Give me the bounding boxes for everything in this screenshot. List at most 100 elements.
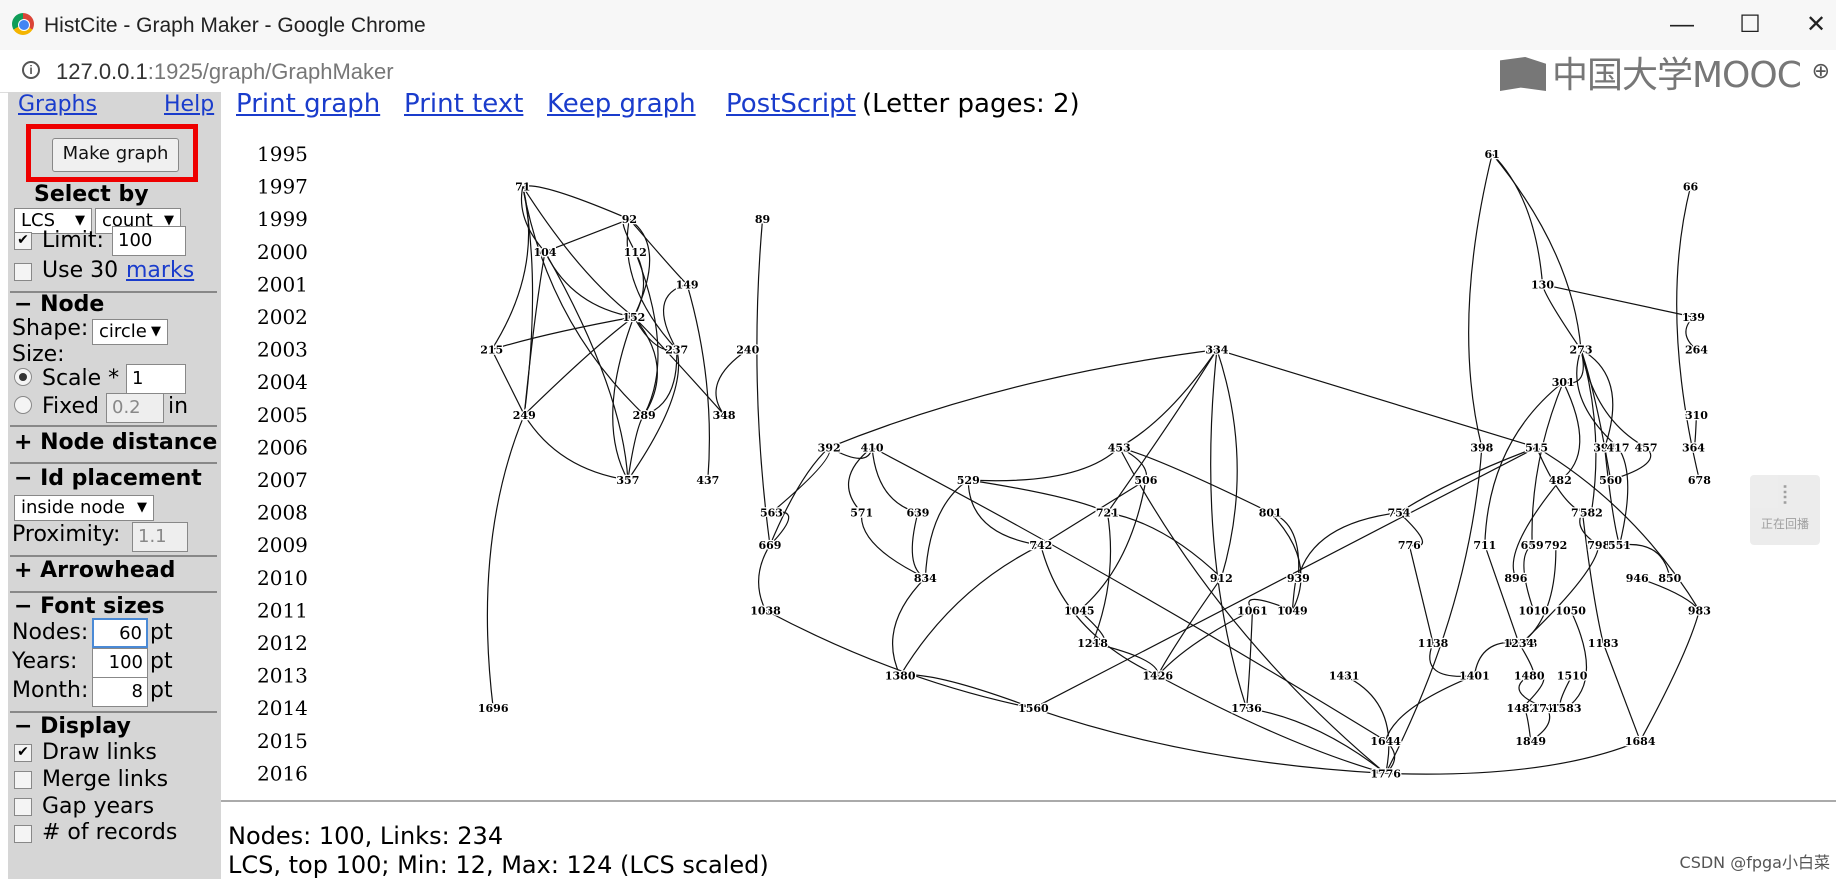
graph-node-571[interactable]: 571 xyxy=(849,505,874,520)
keep-graph-link[interactable]: Keep graph xyxy=(547,89,696,119)
shape-dropdown[interactable]: circle xyxy=(92,319,168,345)
use-marks-checkbox[interactable] xyxy=(14,263,32,281)
graph-node-364[interactable]: 364 xyxy=(1681,440,1707,456)
node-section-toggle[interactable]: − Node xyxy=(14,292,104,317)
graph-node-249[interactable]: 249 xyxy=(512,408,537,424)
graph-node-850[interactable]: 850 xyxy=(1657,571,1683,587)
graph-node-711[interactable]: 711 xyxy=(1472,538,1497,554)
graph-node-946[interactable]: 946 xyxy=(1625,571,1651,587)
graph-node-1061[interactable]: 1061 xyxy=(1236,603,1269,619)
gap-years-checkbox[interactable] xyxy=(14,798,32,816)
graph-node-1010[interactable]: 1010 xyxy=(1517,603,1550,619)
graph-node-912[interactable]: 912 xyxy=(1209,571,1234,587)
graph-node-1644[interactable]: 1644 xyxy=(1369,734,1402,750)
graph-node-139[interactable]: 139 xyxy=(1681,310,1706,326)
graph-node-301[interactable]: 301 xyxy=(1551,375,1576,391)
graphs-link[interactable]: Graphs xyxy=(18,92,97,117)
graph-node-437[interactable]: 437 xyxy=(695,473,720,489)
help-link[interactable]: Help xyxy=(164,92,214,117)
site-info-icon[interactable]: i xyxy=(22,61,40,79)
id-placement-dropdown[interactable]: inside node xyxy=(14,495,154,521)
month-font-input[interactable]: 8 xyxy=(92,677,148,707)
graph-node-92[interactable]: 92 xyxy=(620,212,638,228)
graph-node-1183[interactable]: 1183 xyxy=(1587,636,1620,652)
fixed-input[interactable]: 0.2 xyxy=(106,393,164,423)
graph-node-1560[interactable]: 1560 xyxy=(1017,701,1050,717)
floating-replay-tool[interactable]: ⦙ 正在回播 xyxy=(1750,475,1820,545)
graph-node-104[interactable]: 104 xyxy=(532,245,558,260)
graph-node-1431[interactable]: 1431 xyxy=(1328,668,1361,684)
graph-node-1045[interactable]: 1045 xyxy=(1063,603,1096,619)
graph-node-273[interactable]: 273 xyxy=(1568,342,1593,358)
graph-node-310[interactable]: 310 xyxy=(1684,408,1710,424)
marks-link[interactable]: marks xyxy=(126,258,194,283)
graph-node-1234[interactable]: 1234 xyxy=(1502,636,1535,652)
graph-node-1038[interactable]: 1038 xyxy=(749,603,782,619)
graph-node-392[interactable]: 392 xyxy=(816,440,841,456)
graph-node-582[interactable]: 582 xyxy=(1579,505,1604,520)
graph-node-551[interactable]: 551 xyxy=(1607,538,1632,554)
zoom-icon[interactable]: ⊕ xyxy=(1812,58,1830,84)
graph-node-1696[interactable]: 1696 xyxy=(477,701,510,717)
limit-checkbox[interactable]: ✔ xyxy=(14,232,32,250)
nodes-font-input[interactable]: 60 xyxy=(92,618,148,648)
graph-node-1510[interactable]: 1510 xyxy=(1556,668,1589,684)
node-distance-toggle[interactable]: + Node distance xyxy=(14,430,217,455)
graph-node-639[interactable]: 639 xyxy=(905,505,930,520)
graph-node-89[interactable]: 89 xyxy=(754,212,772,228)
graph-node-1426[interactable]: 1426 xyxy=(1141,668,1174,684)
graph-node-560[interactable]: 560 xyxy=(1598,473,1624,489)
graph-node-1849[interactable]: 1849 xyxy=(1514,734,1547,750)
records-checkbox[interactable] xyxy=(14,825,32,843)
graph-node-334[interactable]: 334 xyxy=(1204,342,1230,358)
graph-node-1049[interactable]: 1049 xyxy=(1276,603,1309,619)
id-placement-toggle[interactable]: − Id placement xyxy=(14,466,202,491)
graph-node-834[interactable]: 834 xyxy=(913,571,939,587)
graph-node-348[interactable]: 348 xyxy=(711,408,737,424)
proximity-input[interactable]: 1.1 xyxy=(132,522,188,552)
graph-node-983[interactable]: 983 xyxy=(1687,603,1712,619)
fixed-radio[interactable] xyxy=(14,396,32,414)
graph-node-410[interactable]: 410 xyxy=(859,440,885,456)
graph-node-457[interactable]: 457 xyxy=(1633,440,1658,456)
graph-node-678[interactable]: 678 xyxy=(1687,473,1713,489)
graph-node-149[interactable]: 149 xyxy=(674,277,699,293)
graph-node-754[interactable]: 754 xyxy=(1386,505,1412,520)
arrowhead-toggle[interactable]: + Arrowhead xyxy=(14,558,175,583)
postscript-link[interactable]: PostScript xyxy=(726,89,856,119)
graph-node-357[interactable]: 357 xyxy=(615,473,640,489)
years-font-input[interactable]: 100 xyxy=(92,648,148,678)
graph-node-563[interactable]: 563 xyxy=(759,505,784,520)
limit-input[interactable]: 100 xyxy=(112,226,186,256)
graph-node-792[interactable]: 792 xyxy=(1543,538,1568,554)
graph-node-215[interactable]: 215 xyxy=(479,342,504,358)
close-button[interactable]: ✕ xyxy=(1796,8,1836,42)
graph-node-515[interactable]: 515 xyxy=(1524,440,1549,456)
graph-node-1583[interactable]: 1583 xyxy=(1550,701,1583,717)
graph-node-1684[interactable]: 1684 xyxy=(1624,734,1657,750)
display-toggle[interactable]: − Display xyxy=(14,714,131,739)
graph-node-939[interactable]: 939 xyxy=(1286,571,1311,587)
graph-node-529[interactable]: 529 xyxy=(956,473,981,489)
graph-node-112[interactable]: 112 xyxy=(623,245,648,260)
graph-node-659[interactable]: 659 xyxy=(1519,538,1544,554)
make-graph-button[interactable]: Make graph xyxy=(52,138,179,172)
graph-node-1380[interactable]: 1380 xyxy=(884,668,917,684)
graph-node-398[interactable]: 398 xyxy=(1469,440,1495,456)
graph-node-61[interactable]: 61 xyxy=(1483,147,1501,163)
merge-links-checkbox[interactable] xyxy=(14,771,32,789)
font-sizes-toggle[interactable]: − Font sizes xyxy=(14,594,165,619)
print-text-link[interactable]: Print text xyxy=(404,89,523,119)
minimize-button[interactable]: — xyxy=(1662,8,1702,42)
graph-node-264[interactable]: 264 xyxy=(1684,342,1710,358)
graph-node-289[interactable]: 289 xyxy=(631,408,656,424)
graph-node-453[interactable]: 453 xyxy=(1107,440,1132,456)
graph-node-896[interactable]: 896 xyxy=(1503,571,1529,587)
graph-node-130[interactable]: 130 xyxy=(1530,277,1556,293)
scale-input[interactable]: 1 xyxy=(126,364,186,394)
graph-node-721[interactable]: 721 xyxy=(1095,505,1120,520)
graph-node-669[interactable]: 669 xyxy=(757,538,782,554)
graph-node-1401[interactable]: 1401 xyxy=(1458,668,1491,684)
maximize-button[interactable]: ☐ xyxy=(1730,8,1770,42)
graph-node-742[interactable]: 742 xyxy=(1028,538,1053,554)
